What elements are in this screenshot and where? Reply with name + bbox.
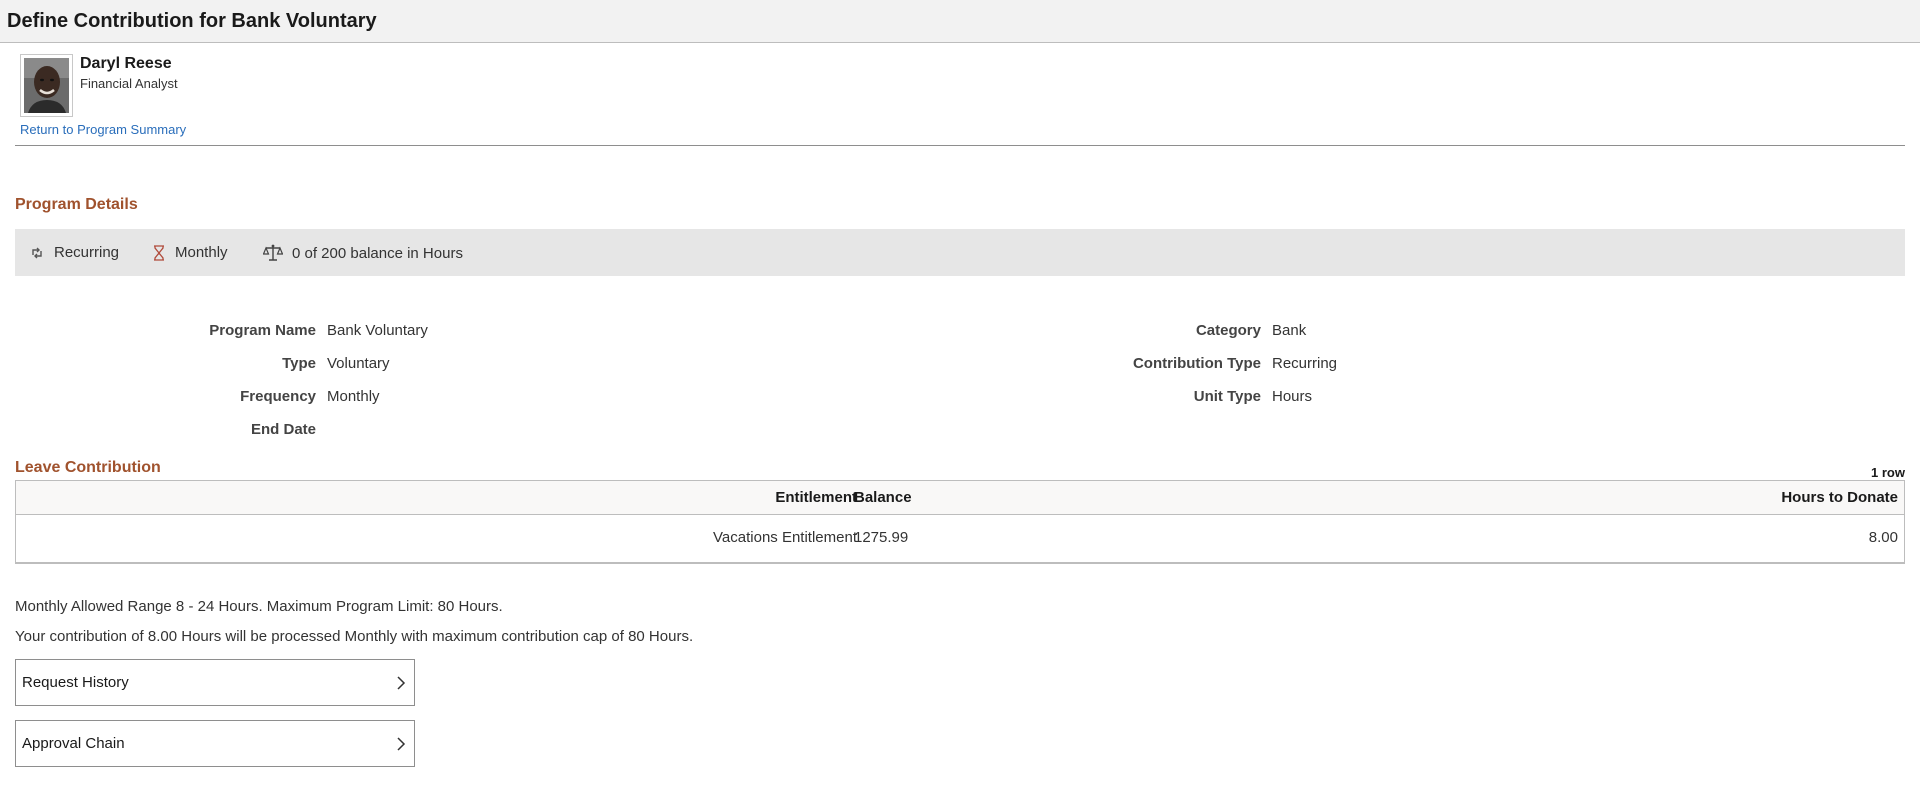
- end-date-label: End Date: [250, 421, 316, 438]
- chevron-right-icon: [397, 737, 406, 751]
- hours-column-header: Hours to Donate: [1781, 489, 1898, 506]
- approval-chain-label: Approval Chain: [22, 735, 125, 752]
- entitlement-column-header: Entitlement: [775, 489, 857, 506]
- employee-photo: [24, 58, 69, 113]
- program-name-label: Program Name: [209, 322, 316, 339]
- page-title: Define Contribution for Bank Voluntary: [7, 10, 377, 32]
- unit-type-label: Unit Type: [1193, 388, 1261, 405]
- balance-link[interactable]: 1275.99: [854, 529, 908, 546]
- type-label: Type: [282, 355, 316, 372]
- frequency-value: Monthly: [327, 388, 380, 405]
- program-details-heading: Program Details: [15, 196, 138, 213]
- entitlement-cell: Vacations Entitlement: [713, 529, 857, 546]
- leave-contribution-grid: Entitlement Balance Hours to Donate Vaca…: [15, 480, 1905, 564]
- request-history-label: Request History: [22, 674, 129, 691]
- grid-header: Entitlement Balance Hours to Donate: [16, 481, 1904, 515]
- program-summary-bar: Recurring Monthly 0 of 200 balance in Ho…: [15, 229, 1905, 276]
- summary-balance: 0 of 200 balance in Hours: [263, 244, 463, 262]
- chevron-right-icon: [397, 676, 406, 690]
- summary-frequency: Monthly: [152, 244, 228, 261]
- page-header: Define Contribution for Bank Voluntary: [0, 0, 1920, 43]
- category-label: Category: [1195, 322, 1261, 339]
- balance-scale-icon: [263, 244, 283, 261]
- program-name-value: Bank Voluntary: [327, 322, 428, 339]
- avatar: [20, 54, 73, 117]
- summary-recurring: Recurring: [29, 244, 119, 261]
- row-count: 1 row: [1871, 465, 1905, 480]
- frequency-label: Frequency: [240, 388, 316, 405]
- unit-type-value: Hours: [1272, 388, 1313, 405]
- return-to-program-summary-link[interactable]: Return to Program Summary: [20, 122, 186, 137]
- hourglass-icon: [154, 244, 164, 261]
- category-value: Bank: [1272, 322, 1307, 339]
- contribution-type-label: Contribution Type: [1132, 355, 1261, 372]
- divider: [15, 145, 1905, 146]
- allowed-range-message: Monthly Allowed Range 8 - 24 Hours. Maxi…: [15, 598, 503, 615]
- employee-job-title: Financial Analyst: [80, 76, 178, 91]
- hours-to-donate-cell: 8.00: [1868, 529, 1898, 546]
- summary-balance-label: 0 of 200 balance in Hours: [292, 244, 463, 262]
- contribution-type-value: Recurring: [1272, 355, 1338, 372]
- balance-column-header: Balance: [854, 489, 912, 506]
- type-value: Voluntary: [327, 355, 390, 372]
- approval-chain-button[interactable]: Approval Chain: [15, 720, 415, 767]
- processing-message: Your contribution of 8.00 Hours will be …: [15, 628, 694, 645]
- recurring-icon: [32, 247, 42, 258]
- request-history-button[interactable]: Request History: [15, 659, 415, 706]
- employee-name: Daryl Reese: [80, 55, 172, 72]
- leave-contribution-heading: Leave Contribution: [15, 459, 161, 476]
- summary-frequency-label: Monthly: [175, 244, 228, 261]
- summary-recurring-label: Recurring: [54, 244, 120, 261]
